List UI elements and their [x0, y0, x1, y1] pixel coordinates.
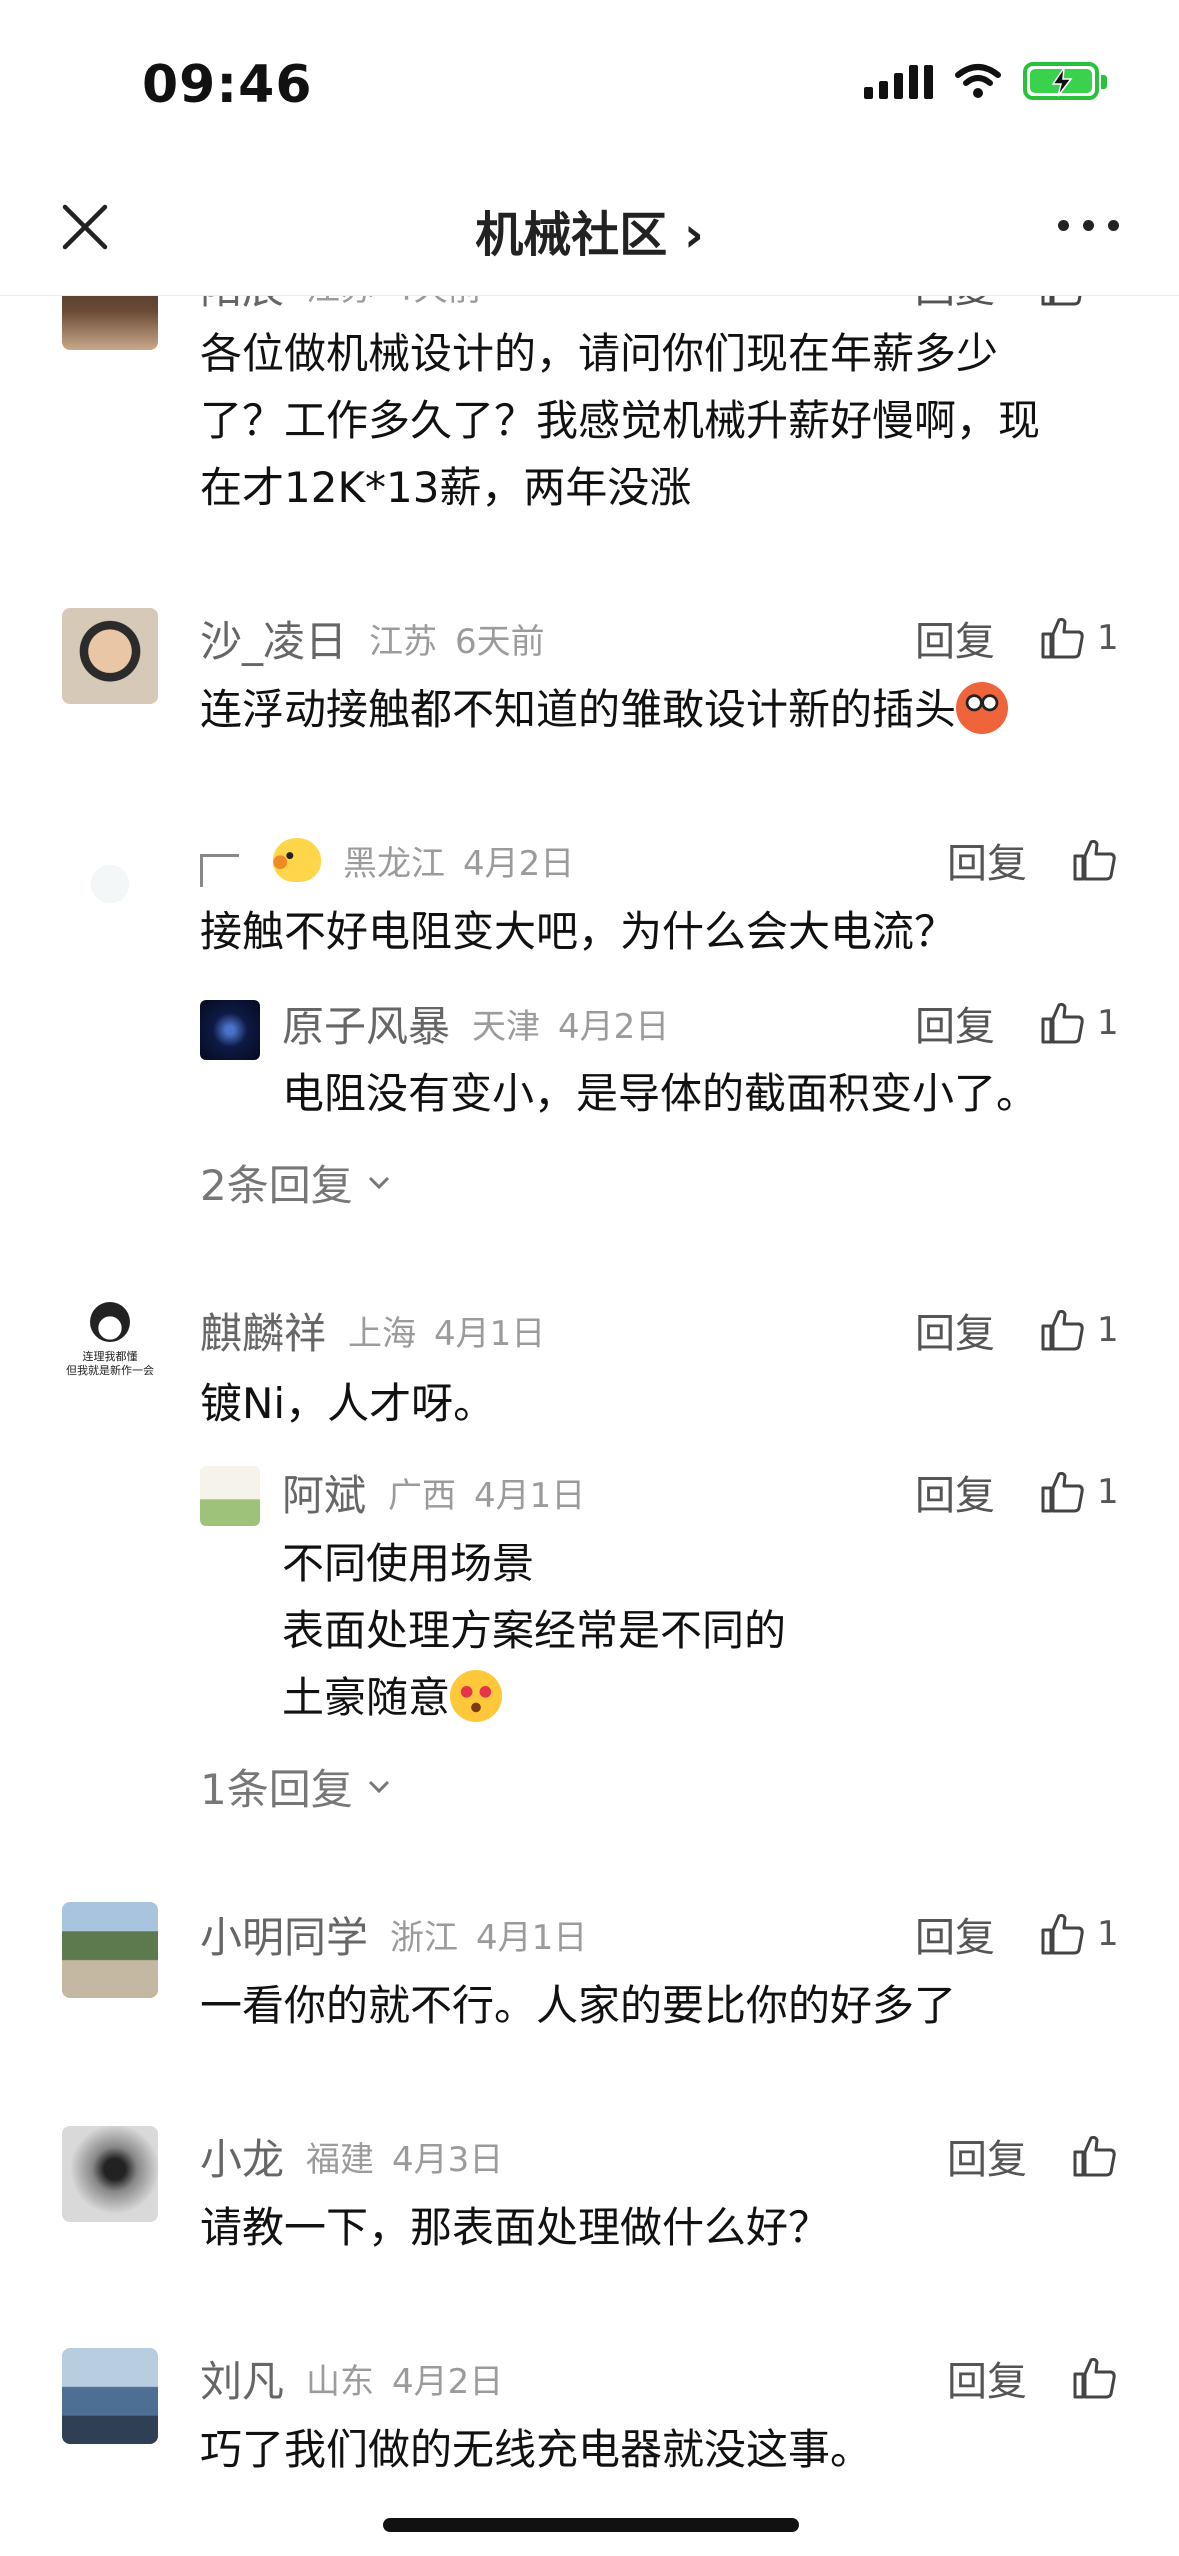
status-time: 09:46	[142, 55, 313, 115]
status-icons	[864, 62, 1107, 100]
reply-date: 4月2日	[558, 1006, 670, 1047]
page-title[interactable]: 机械社区 ›	[0, 195, 1179, 265]
reply-button[interactable]: 回复	[947, 831, 1027, 889]
avatar[interactable]	[62, 1902, 158, 1998]
avatar-caption-line: 连理我都懂	[82, 1350, 138, 1363]
battery-charging-icon	[1023, 62, 1107, 100]
comment-date: 6天前	[455, 621, 545, 662]
reply-text-line: 表面处理方案经常是不同的	[282, 1606, 787, 1655]
comment-text: 请教一下，那表面处理做什么好？	[200, 2203, 831, 2252]
chevron-down-icon	[368, 1176, 389, 1189]
reply-button[interactable]: 回复	[915, 1905, 995, 1963]
avatar[interactable]	[200, 1000, 260, 1060]
avatar[interactable]	[62, 2348, 158, 2444]
cold-face-emoji-icon	[956, 682, 1009, 734]
comment-author[interactable]: 小龙	[200, 2126, 284, 2187]
comment-location: 上海	[348, 1313, 417, 1354]
comment-text-line: 各位做机械设计的，请问你们现在年薪多少	[200, 329, 999, 378]
thumbs-up-icon[interactable]	[1039, 1306, 1087, 1354]
avatar[interactable]	[200, 1466, 260, 1526]
comment-author[interactable]: 刘凡	[200, 2348, 284, 2409]
image-placeholder-icon	[200, 853, 239, 887]
comment-date: 4月2日	[463, 843, 575, 884]
wifi-icon	[955, 64, 1001, 98]
comment-location: 福建	[306, 2139, 375, 2180]
comment-date: 4月1日	[476, 1917, 588, 1958]
reply-button[interactable]: 回复	[915, 609, 995, 667]
reply-button[interactable]: 回复	[947, 2127, 1027, 2185]
avatar[interactable]	[62, 2126, 158, 2222]
reply-text: 不同使用场景 表面处理方案经常是不同的 土豪随意	[282, 1530, 1109, 1731]
comment-text: 接触不好电阻变大吧，为什么会大电流？	[200, 907, 957, 956]
comment-text: 一看你的就不行。人家的要比你的好多了	[200, 1981, 957, 2030]
expand-replies-label: 2条回复	[200, 1161, 353, 1210]
more-options-icon[interactable]	[1058, 220, 1119, 231]
like-count: 1	[1097, 1472, 1119, 1512]
reply-button[interactable]: 回复	[915, 1301, 995, 1359]
status-bar: 09:46	[0, 0, 1179, 160]
thumbs-up-icon[interactable]	[1039, 1468, 1087, 1516]
avatar-caption: 连理我都懂 但我就是新作一会	[62, 1350, 158, 1378]
nav-bar: 机械社区 ›	[0, 160, 1179, 296]
thumbs-up-icon[interactable]	[1071, 2354, 1119, 2402]
expand-replies-button[interactable]: 1条回复	[200, 1756, 391, 1817]
avatar-character-icon	[90, 1302, 130, 1342]
comment-location: 浙江	[390, 1917, 459, 1958]
expand-replies-label: 1条回复	[200, 1765, 353, 1814]
comment-location: 山东	[306, 2361, 375, 2402]
comment-date: 4月3日	[392, 2139, 504, 2180]
comment-list: 阳辰 江苏 4天前 回复 1 各位做机械设计的，请问你们现在年薪多少 了？工作多…	[0, 0, 1179, 2556]
reply-button[interactable]: 回复	[915, 994, 995, 1052]
thumbs-up-icon[interactable]	[1039, 1910, 1087, 1958]
like-count: 1	[1097, 1003, 1119, 1043]
comment-text: 镀Ni，人才呀。	[200, 1379, 496, 1428]
like-count: 1	[1097, 618, 1119, 658]
thumbs-up-icon[interactable]	[1071, 836, 1119, 884]
comment-text: 巧了我们做的无线充电器就没这事。	[200, 2425, 873, 2474]
cellular-signal-icon	[864, 63, 933, 99]
avatar[interactable]	[62, 836, 158, 932]
comment-author[interactable]: 麒麟祥	[200, 1300, 326, 1361]
comment-location: 江苏	[369, 621, 438, 662]
reply-text-line: 土豪随意	[282, 1673, 451, 1722]
reply-date: 4月1日	[474, 1475, 586, 1516]
home-indicator[interactable]	[383, 2518, 799, 2532]
chevron-down-icon	[368, 1780, 389, 1793]
avatar[interactable]: 连理我都懂 但我就是新作一会	[62, 1300, 158, 1396]
avatar-caption-line: 但我就是新作一会	[66, 1364, 154, 1377]
heart-eyes-emoji-icon	[450, 1670, 503, 1722]
avatar[interactable]	[62, 608, 158, 704]
comment-text: 连浮动接触都不知道的雏敢设计新的插头	[200, 685, 957, 734]
comment-location: 黑龙江	[343, 843, 445, 884]
comment-author[interactable]: 小明同学	[200, 1904, 368, 1965]
like-count: 1	[1097, 1914, 1119, 1954]
reply-location: 天津	[472, 1006, 541, 1047]
reply-location: 广西	[388, 1475, 457, 1516]
comment-text: 各位做机械设计的，请问你们现在年薪多少 了？工作多久了？我感觉机械升薪好慢啊，现…	[200, 320, 1109, 521]
reply-button[interactable]: 回复	[947, 2349, 1027, 2407]
like-count: 1	[1097, 1310, 1119, 1350]
reply-author[interactable]: 阿斌	[282, 1462, 366, 1523]
comment-text-line: 了？工作多久了？我感觉机械升薪好慢啊，现	[200, 396, 1041, 445]
expand-replies-button[interactable]: 2条回复	[200, 1152, 391, 1213]
comment-text-line: 在才12K*13薪，两年没涨	[200, 463, 692, 512]
reply-text-line: 不同使用场景	[282, 1539, 535, 1588]
comment-date: 4月2日	[392, 2361, 504, 2402]
reply-text: 电阻没有变小，是导体的截面积变小了。	[282, 1069, 1039, 1118]
comment-author[interactable]: 沙_凌日	[200, 608, 347, 669]
chick-emoji-icon	[273, 838, 321, 882]
comment-date: 4月1日	[434, 1313, 546, 1354]
thumbs-up-icon[interactable]	[1039, 614, 1087, 662]
reply-button[interactable]: 回复	[915, 1463, 995, 1521]
reply-author[interactable]: 原子风暴	[282, 993, 450, 1054]
thumbs-up-icon[interactable]	[1039, 999, 1087, 1047]
thumbs-up-icon[interactable]	[1071, 2132, 1119, 2180]
